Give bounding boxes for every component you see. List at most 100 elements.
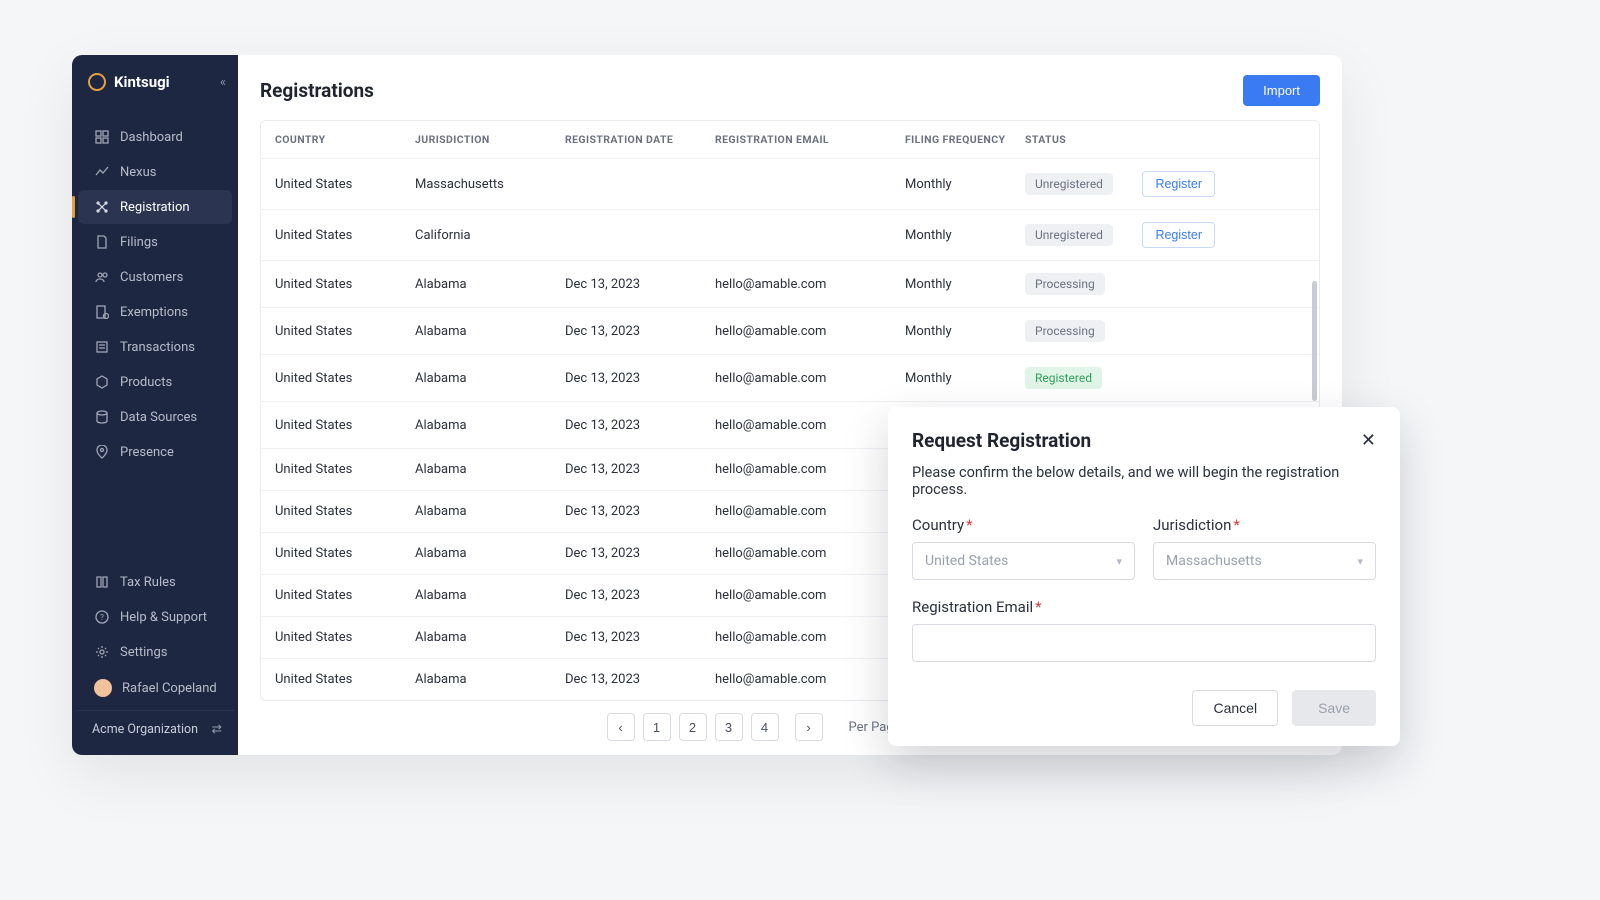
brand-name: Kintsugi [114,73,220,91]
close-icon[interactable]: ✕ [1361,430,1376,451]
col-status: Status [1025,133,1135,146]
required-mark: * [1233,516,1239,534]
cell-email: hello@amable.com [715,546,905,561]
org-switcher[interactable]: Acme Organization ⇄ [76,710,234,749]
cell-date: Dec 13, 2023 [565,546,715,561]
sidebar-item-tax-rules[interactable]: Tax Rules [78,565,232,599]
sidebar-item-label: Help & Support [120,610,207,625]
cell-country: United States [275,371,415,386]
table-row[interactable]: United StatesAlabamaDec 13, 2023hello@am… [261,354,1319,401]
scrollbar-thumb[interactable] [1312,281,1317,401]
table-header: Country Jurisdiction Registration Date R… [261,121,1319,158]
cell-date: Dec 13, 2023 [565,277,715,292]
chevron-left-icon: ‹ [618,720,622,735]
sidebar-item-label: Nexus [120,165,157,180]
cell-email: hello@amable.com [715,630,905,645]
cell-jurisdiction: Alabama [415,277,565,292]
cell-date: Dec 13, 2023 [565,588,715,603]
sidebar-item-data-sources[interactable]: Data Sources [78,400,232,434]
register-button[interactable]: Register [1142,171,1215,197]
col-registration-email: Registration Email [715,133,905,146]
nexus-icon [94,164,110,180]
cell-status: Unregistered [1025,224,1135,246]
table-row[interactable]: United StatesAlabamaDec 13, 2023hello@am… [261,260,1319,307]
cell-country: United States [275,228,415,243]
sidebar-item-settings[interactable]: Settings [78,635,232,669]
table-row[interactable]: United StatesAlabamaDec 13, 2023hello@am… [261,307,1319,354]
cell-status: Processing [1025,320,1135,342]
sidebar-user[interactable]: Rafael Copeland [78,670,232,706]
cell-email: hello@amable.com [715,672,905,687]
cell-frequency: Monthly [905,324,1025,339]
cell-jurisdiction: California [415,228,565,243]
sidebar-item-filings[interactable]: Filings [78,225,232,259]
cell-frequency: Monthly [905,277,1025,292]
cell-jurisdiction: Massachusetts [415,177,565,192]
cell-country: United States [275,546,415,561]
cell-frequency: Monthly [905,228,1025,243]
cell-country: United States [275,504,415,519]
save-button[interactable]: Save [1292,690,1376,726]
cell-jurisdiction: Alabama [415,324,565,339]
sidebar-item-registration[interactable]: Registration [78,190,232,224]
modal-row-1: Country* United States ▾ Jurisdiction* M… [912,516,1376,580]
sidebar-item-customers[interactable]: Customers [78,260,232,294]
pagination-page[interactable]: 2 [679,713,707,741]
swap-icon: ⇄ [212,721,222,737]
cell-status: Unregistered [1025,173,1135,195]
cell-status: Processing [1025,273,1135,295]
cell-country: United States [275,672,415,687]
cancel-button[interactable]: Cancel [1192,690,1278,726]
svg-text:?: ? [100,613,104,622]
sidebar-item-label: Products [120,375,172,390]
registration-email-input[interactable] [912,624,1376,662]
cell-date: Dec 13, 2023 [565,324,715,339]
cell-status: Registered [1025,367,1135,389]
collapse-sidebar-icon[interactable]: « [220,75,226,90]
col-jurisdiction: Jurisdiction [415,133,565,146]
sidebar-item-nexus[interactable]: Nexus [78,155,232,189]
import-button[interactable]: Import [1243,75,1320,106]
cell-email: hello@amable.com [715,277,905,292]
pagination-page[interactable]: 4 [751,713,779,741]
field-country: Country* United States ▾ [912,516,1135,580]
country-value: United States [925,553,1008,569]
cell-jurisdiction: Alabama [415,371,565,386]
sidebar-item-label: Transactions [120,340,195,355]
cell-date: Dec 13, 2023 [565,371,715,386]
sidebar-item-label: Tax Rules [120,575,176,590]
pagination-page[interactable]: 1 [643,713,671,741]
cell-jurisdiction: Alabama [415,588,565,603]
col-country: Country [275,133,415,146]
sidebar-item-products[interactable]: Products [78,365,232,399]
nav-footer: Tax Rules ? Help & Support Settings Rafa… [72,564,238,755]
status-badge: Processing [1025,273,1105,295]
registration-icon [94,199,110,215]
sidebar-item-presence[interactable]: Presence [78,435,232,469]
sidebar-item-label: Dashboard [120,130,183,145]
register-button[interactable]: Register [1142,222,1215,248]
jurisdiction-select[interactable]: Massachusetts ▾ [1153,542,1376,580]
cell-jurisdiction: Alabama [415,672,565,687]
cell-jurisdiction: Alabama [415,546,565,561]
pagination-next[interactable]: › [795,713,823,741]
email-label: Registration Email* [912,598,1376,616]
field-email: Registration Email* [912,598,1376,662]
user-name: Rafael Copeland [122,681,217,696]
sidebar-item-exemptions[interactable]: Exemptions [78,295,232,329]
country-select[interactable]: United States ▾ [912,542,1135,580]
sidebar-item-transactions[interactable]: Transactions [78,330,232,364]
cell-country: United States [275,630,415,645]
cell-email: hello@amable.com [715,462,905,477]
chevron-down-icon: ▾ [1357,555,1363,568]
cell-frequency: Monthly [905,371,1025,386]
sidebar-item-help[interactable]: ? Help & Support [78,600,232,634]
modal-title: Request Registration [912,429,1091,452]
pagination-page[interactable]: 3 [715,713,743,741]
table-row[interactable]: United StatesCalifornia MonthlyUnregister… [261,209,1319,260]
pagination-prev[interactable]: ‹ [607,713,635,741]
filings-icon [94,234,110,250]
sidebar-item-label: Customers [120,270,183,285]
sidebar-item-dashboard[interactable]: Dashboard [78,120,232,154]
table-row[interactable]: United StatesMassachusettsMonthlyUnregis… [261,158,1319,209]
